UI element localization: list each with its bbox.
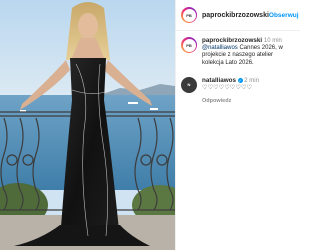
- caption-mention[interactable]: @natalliawos: [202, 45, 238, 51]
- author-avatar[interactable]: PB: [181, 7, 197, 23]
- boat: [128, 102, 138, 104]
- reply-button[interactable]: Odpowiedz: [202, 98, 295, 105]
- comment-text: ♡♡♡♡♡♡♡♡♡: [202, 85, 253, 92]
- comment-author[interactable]: natalliawos: [202, 77, 236, 84]
- caption-avatar[interactable]: PB: [181, 37, 197, 53]
- comment: N natalliawos ✓ 2 min ♡♡♡♡♡♡♡♡♡ Odpowied…: [176, 67, 300, 106]
- caption: PB paprockibrzozowski 10 min @natalliawo…: [176, 31, 300, 67]
- caption-body: paprockibrzozowski 10 min @natalliawos C…: [202, 37, 295, 67]
- post-sidebar: PB paprockibrzozowski Obserwuj PB paproc…: [175, 0, 300, 250]
- instagram-post: PB paprockibrzozowski Obserwuj PB paproc…: [0, 0, 300, 250]
- commenter-avatar-monogram: N: [181, 76, 197, 93]
- post-header: PB paprockibrzozowski Obserwuj: [176, 0, 300, 31]
- post-photo[interactable]: [0, 0, 175, 250]
- boat: [150, 108, 158, 110]
- caption-author[interactable]: paprockibrzozowski: [202, 37, 262, 44]
- commenter-avatar[interactable]: N: [181, 76, 197, 93]
- author-avatar-monogram: PB: [182, 8, 196, 22]
- comment-time: 2 min: [244, 77, 259, 84]
- face: [78, 13, 98, 39]
- caption-avatar-monogram: PB: [182, 38, 196, 52]
- author-username[interactable]: paprockibrzozowski: [202, 12, 269, 19]
- comment-body: natalliawos ✓ 2 min ♡♡♡♡♡♡♡♡♡ Odpowiedz: [202, 77, 295, 106]
- verified-badge-icon: ✓: [237, 77, 243, 83]
- photo-scene: [0, 0, 175, 250]
- follow-button[interactable]: Obserwuj: [269, 12, 299, 19]
- caption-time: 10 min: [263, 38, 282, 44]
- boat: [20, 110, 26, 112]
